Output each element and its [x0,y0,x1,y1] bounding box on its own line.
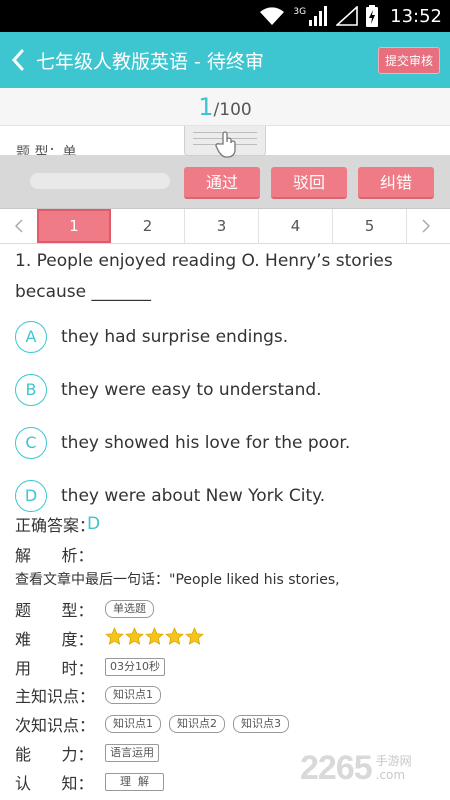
correct-error-button[interactable]: 纠错 [358,167,434,199]
option-letter: C [15,426,47,459]
question-type-badge: 单选题 [105,600,154,618]
tab-question-2[interactable]: 2 [111,209,185,243]
main-knowledge-badge: 知识点1 [105,686,161,704]
option-text: they were easy to understand. [61,379,322,400]
star-icon [105,626,124,645]
cognition-label: 认 知： [15,774,94,793]
tab-question-4[interactable]: 4 [259,209,333,243]
signal-icon [308,6,328,26]
cognition-value: 理 解 [105,773,164,791]
drag-handle[interactable] [184,126,266,158]
watermark-site: 手游网 .com [375,754,412,782]
question-type-row: 题 型： 单选题 [15,597,435,621]
time-used-row: 用 时： 03分10秒 [15,655,435,679]
time-used-value: 03分10秒 [105,658,165,676]
battery-icon [366,5,379,27]
option-c[interactable]: C they showed his love for the poor. [15,416,435,469]
option-letter: A [15,320,47,353]
sub-knowledge-badge: 知识点3 [233,715,289,733]
analysis-label: 解 析： [15,546,94,565]
clock: 13:52 [390,5,442,27]
watermark-logo: 2265 手游网 .com [300,748,412,788]
back-button[interactable] [0,32,36,88]
analysis-row: 解 析： [15,542,435,566]
star-icon [145,626,164,645]
watermark-number: 2265 [300,748,373,787]
sub-knowledge-badge: 知识点1 [105,715,161,733]
answer-options: A they had surprise endings. B they were… [15,310,435,522]
option-text: they were about New York City. [61,485,326,506]
option-letter: D [15,479,47,512]
sub-knowledge-label: 次知识点： [15,716,96,735]
tab-question-3[interactable]: 3 [185,209,259,243]
star-icon [125,626,144,645]
pass-button[interactable]: 通过 [184,167,260,199]
submit-review-button[interactable]: 提交审核 [377,46,440,74]
review-action-bar: 通过 驳回 纠错 [0,155,450,209]
star-icon [165,626,184,645]
difficulty-stars [105,626,205,650]
difficulty-row: 难 度： [15,626,435,650]
analysis-text: 查看文章中最后一句话："People liked his stories, [15,572,340,588]
option-a[interactable]: A they had surprise endings. [15,310,435,363]
question-text: 1. People enjoyed reading O. Henry’s sto… [15,251,393,302]
sub-knowledge-badge: 知识点2 [169,715,225,733]
app-header: 七年级人教版英语 - 待终审 提交审核 [0,32,450,88]
tab-question-5[interactable]: 5 [333,209,407,243]
ability-label: 能 力： [15,745,94,764]
status-bar: 3G 13:52 [0,0,450,32]
difficulty-label: 难 度： [15,630,94,649]
option-text: they had surprise endings. [61,326,289,347]
network-type: 3G [293,7,307,17]
option-letter: B [15,373,47,406]
tabs-next-button[interactable] [407,209,444,243]
chevron-left-icon [11,49,24,71]
ability-value: 语言运用 [105,744,159,762]
wifi-icon [259,6,285,26]
main-knowledge-label: 主知识点： [15,687,96,706]
option-text: they showed his love for the poor. [61,432,351,453]
empty-signal-icon [336,6,358,26]
tab-question-1[interactable]: 1 [37,209,111,243]
main-knowledge-row: 主知识点： 知识点1 [15,683,435,707]
correct-answer-value: D [87,514,101,534]
question-tabs: 1 2 3 4 5 [0,209,450,244]
question-type-label: 题 型： [15,601,94,620]
chevron-left-icon [14,219,23,233]
hand-pointer-icon [215,131,236,158]
total-questions: /100 [213,100,252,120]
correct-answer-row: 正确答案： D [15,512,435,536]
current-question-number: 1 [198,93,214,121]
chevron-right-icon [421,219,430,233]
question-progress: 1/100 [0,88,450,126]
blurred-info [30,173,170,189]
tabs-prev-button[interactable] [0,209,37,243]
time-used-label: 用 时： [15,659,94,678]
reject-button[interactable]: 驳回 [271,167,347,199]
sub-knowledge-row: 次知识点： 知识点1 知识点2 知识点3 [15,712,435,736]
star-icon [185,626,204,645]
page-title: 七年级人教版英语 - 待终审 [36,50,264,73]
option-b[interactable]: B they were easy to understand. [15,363,435,416]
